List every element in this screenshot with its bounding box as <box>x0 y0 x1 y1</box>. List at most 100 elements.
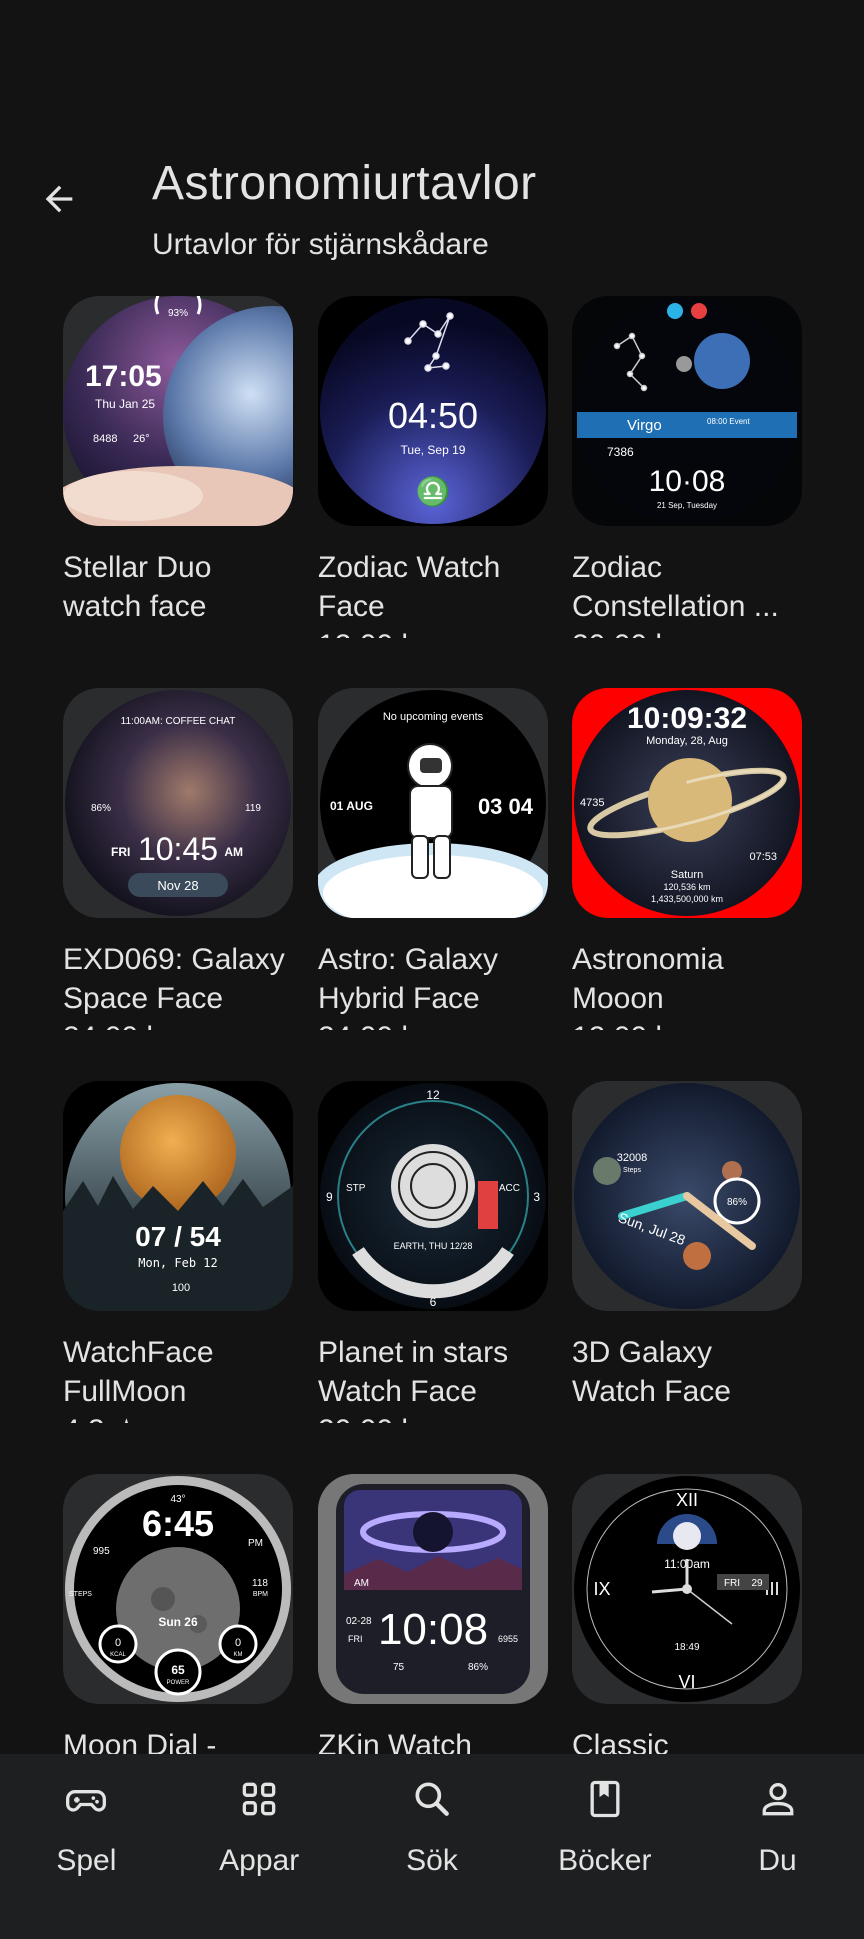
face-time: 04:50 <box>388 395 478 436</box>
app-card[interactable]: AM 10:08 02-28 FRI 6955 75 86% ZKin Watc… <box>318 1474 550 1754</box>
app-name: Zodiac Watch Face <box>318 551 501 623</box>
face-dist1: 120,536 km <box>663 882 710 892</box>
nav-label: Appar <box>219 1844 300 1877</box>
face-steps: 995 <box>93 1546 110 1557</box>
face-battery: 86% <box>91 803 111 814</box>
face-event: 11:00AM: COFFEE CHAT <box>121 716 236 727</box>
app-thumbnail[interactable]: 32008 Steps 86% Sun, Jul 28 <box>572 1081 802 1311</box>
app-name: 3D Galaxy Watch Face <box>572 1336 731 1408</box>
face-battery: 86% <box>468 1662 488 1673</box>
face-kcal: 0 <box>115 1637 121 1649</box>
app-thumbnail[interactable]: 43° 6:45 PM 995 STEPS 118 BPM Sun 26 0 K… <box>63 1474 293 1704</box>
face-right: 07:53 <box>749 851 777 863</box>
face-battery: 58% <box>366 885 384 895</box>
app-card[interactable]: 12 STP ACC 9 3 EARTH, THU 12/28 6 Planet… <box>318 1081 550 1423</box>
page-subtitle: Urtavlor för stjärnskådare <box>152 228 489 261</box>
app-card[interactable]: 04:50 Tue, Sep 19 ♎ Zodiac Watch Face 12… <box>318 296 550 638</box>
face-steps: 8488 <box>93 433 117 445</box>
app-name: Astro: Galaxy Hybrid Face <box>318 943 499 1015</box>
face-date-num: 29 <box>751 1578 763 1589</box>
face-date: Monday, 28, Aug <box>646 735 728 747</box>
app-card[interactable]: 43° 6:45 PM 995 STEPS 118 BPM Sun 26 0 K… <box>63 1474 295 1754</box>
face-ampm: PM <box>248 1538 263 1549</box>
svg-text:♎: ♎ <box>416 475 451 508</box>
face-day: FRI <box>348 1634 363 1644</box>
face-battery: 100 <box>172 1282 190 1294</box>
face-heart: 118 <box>252 1578 268 1589</box>
nav-item-spel[interactable]: Spel <box>0 1754 172 1939</box>
face-time: 07 / 54 <box>135 1221 221 1252</box>
search-icon <box>407 1774 457 1824</box>
gamepad-icon <box>61 1774 111 1824</box>
nav-item-sok[interactable]: Sök <box>346 1754 518 1939</box>
face-time: 6:45 <box>142 1503 214 1544</box>
app-card[interactable]: Virgo 08:00 Event 7386 10·08 21 Sep, Tue… <box>572 296 804 638</box>
face-time: 10·08 <box>649 465 726 498</box>
app-price: 24,00 kr <box>318 1018 550 1030</box>
face-date: Thu Jan 25 <box>95 397 155 411</box>
app-price: 20,00 kr <box>572 626 804 638</box>
app-thumbnail[interactable]: 93% 17:05 Thu Jan 25 8488 26° <box>63 296 293 526</box>
face-acc: ACC <box>499 1183 520 1194</box>
face-date: 02-28 <box>346 1616 372 1627</box>
app-card[interactable]: No upcoming events 01 AUG 03 04 58% 86 A… <box>318 688 550 1030</box>
app-thumbnail[interactable]: 07 / 54 Mon, Feb 12 100 <box>63 1081 293 1311</box>
app-thumbnail[interactable]: XII IX III VI 11:00am FRI 29 18:49 <box>572 1474 802 1704</box>
face-steps: 7386 <box>607 445 634 459</box>
app-card[interactable]: 07 / 54 Mon, Feb 12 100 WatchFace FullMo… <box>63 1081 295 1423</box>
nav-label: Spel <box>56 1844 117 1877</box>
nav-item-appar[interactable]: Appar <box>173 1754 345 1939</box>
face-six: 6 <box>430 1295 437 1309</box>
book-icon <box>580 1774 630 1824</box>
arrow-left-icon <box>45 185 73 213</box>
svg-text:IX: IX <box>593 1579 610 1599</box>
face-banner: No upcoming events <box>383 711 484 723</box>
app-thumbnail[interactable]: Virgo 08:00 Event 7386 10·08 21 Sep, Tue… <box>572 296 802 526</box>
app-thumbnail[interactable]: AM 10:08 02-28 FRI 6955 75 86% <box>318 1474 548 1704</box>
nav-label: Sök <box>406 1844 458 1877</box>
face-nine: 9 <box>326 1190 333 1204</box>
face-date: Tue, Sep 19 <box>401 443 466 457</box>
face-time: 03 04 <box>478 794 534 819</box>
app-thumbnail[interactable]: 04:50 Tue, Sep 19 ♎ <box>318 296 548 526</box>
face-time: 10:09:32 <box>627 702 747 735</box>
app-thumbnail[interactable]: 11:00AM: COFFEE CHAT 86% 119 FRI 10:45 A… <box>63 688 293 918</box>
face-day: FRI <box>724 1578 740 1589</box>
app-card[interactable]: XII IX III VI 11:00am FRI 29 18:49 Class… <box>572 1474 804 1754</box>
face-power: 65 <box>171 1663 185 1677</box>
app-price: 4,3 ★ <box>63 1411 295 1423</box>
face-bottom: 18:49 <box>674 1642 699 1653</box>
face-heart: 119 <box>245 803 261 814</box>
face-heart: 86 <box>493 885 503 895</box>
face-event: 08:00 Event <box>707 417 750 426</box>
face-heart: 75 <box>393 1662 405 1673</box>
face-steps: 6955 <box>498 1634 518 1644</box>
app-name: Moon Dial - <box>63 1729 217 1754</box>
nav-label: Böcker <box>558 1844 652 1877</box>
app-card[interactable]: 32008 Steps 86% Sun, Jul 28 3D Galaxy Wa… <box>572 1081 804 1423</box>
app-card[interactable]: 93% 17:05 Thu Jan 25 8488 26° Stellar Du… <box>63 296 295 638</box>
face-planet: Saturn <box>671 869 703 881</box>
face-time: 10:08 <box>378 1605 488 1654</box>
app-card[interactable]: 11:00AM: COFFEE CHAT 86% 119 FRI 10:45 A… <box>63 688 295 1030</box>
nav-label: Du <box>758 1844 797 1877</box>
face-date: Mon, Feb 12 <box>138 1256 217 1270</box>
face-steps-label: Steps <box>623 1167 641 1174</box>
app-card[interactable]: 10:09:32 Monday, 28, Aug 4735 07:53 Satu… <box>572 688 804 1030</box>
face-km-label: KM <box>234 1652 243 1658</box>
face-power-label: POWER <box>167 1680 190 1686</box>
app-thumbnail[interactable]: No upcoming events 01 AUG 03 04 58% 86 <box>318 688 548 918</box>
app-thumbnail[interactable]: 10:09:32 Monday, 28, Aug 4735 07:53 Satu… <box>572 688 802 918</box>
nav-item-du[interactable]: Du <box>692 1754 864 1939</box>
app-thumbnail[interactable]: 12 STP ACC 9 3 EARTH, THU 12/28 6 <box>318 1081 548 1311</box>
face-day: FRI <box>111 845 130 859</box>
app-name: Classic <box>572 1729 669 1754</box>
face-date: Sun 26 <box>158 1615 198 1629</box>
back-button[interactable] <box>34 174 84 224</box>
app-price: 24,00 kr <box>63 1018 295 1030</box>
person-icon <box>753 1774 803 1824</box>
nav-item-bocker[interactable]: Böcker <box>519 1754 691 1939</box>
face-stp: STP <box>346 1183 366 1194</box>
face-date: EARTH, THU 12/28 <box>394 1241 473 1251</box>
app-price: 20,00 kr <box>318 1411 550 1423</box>
